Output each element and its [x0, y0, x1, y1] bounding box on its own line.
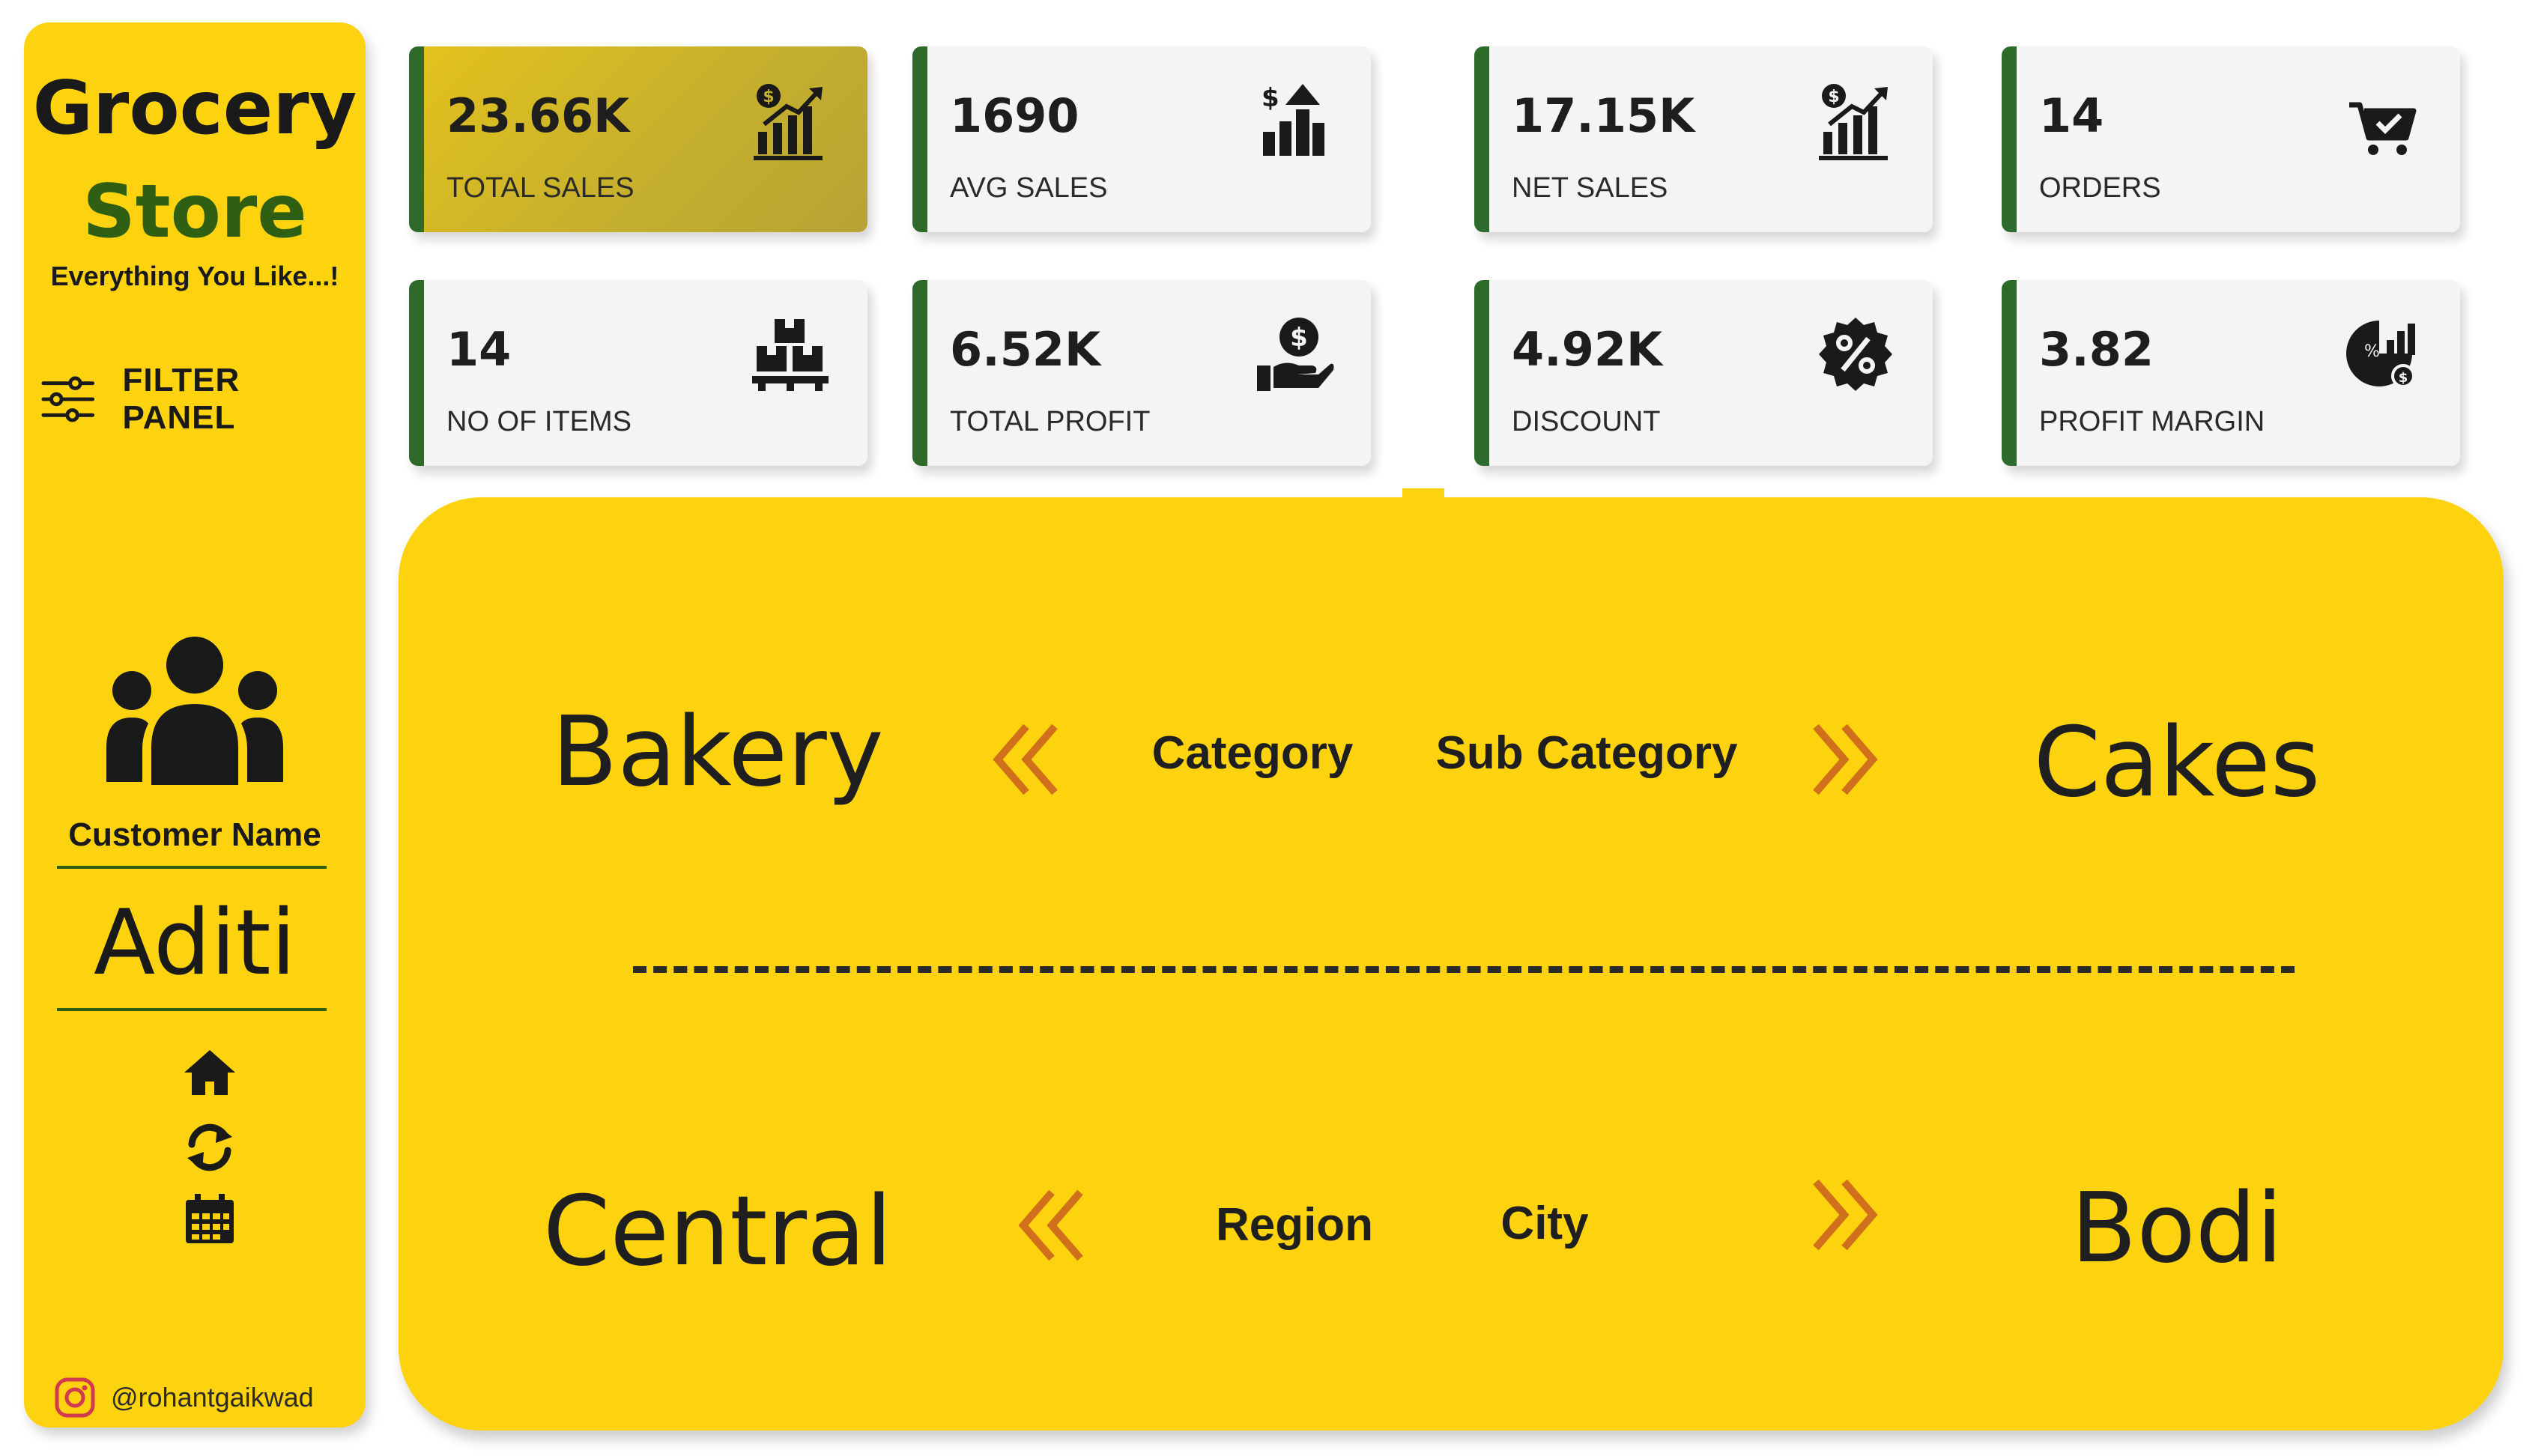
chevron-left-double-icon[interactable]	[992, 721, 1064, 798]
kpi-card-discount[interactable]: 4.92K DISCOUNT	[1474, 280, 1933, 466]
profit-margin-icon: % $	[2346, 321, 2415, 388]
customers-group-icon	[106, 637, 283, 785]
customer-name-value[interactable]: Aditi	[24, 891, 366, 995]
kpi-card-net-sales[interactable]: 17.15K NET SALES $	[1474, 46, 1933, 232]
kpi-value: 6.52K	[950, 322, 1101, 377]
kpi-value: 4.92K	[1512, 322, 1663, 377]
customer-divider-bottom	[57, 1008, 327, 1011]
kpi-label: NET SALES	[1512, 172, 1668, 204]
svg-text:%: %	[2364, 342, 2380, 361]
chevron-right-double-icon[interactable]	[1807, 721, 1879, 798]
customer-divider-top	[57, 866, 327, 869]
city-value: Bodi	[2071, 1173, 2283, 1284]
category-value: Bakery	[551, 697, 884, 808]
brand-title-grocery: Grocery	[32, 66, 357, 151]
kpi-label: NO OF ITEMS	[446, 406, 632, 437]
kpi-card-profit-margin[interactable]: 3.82 PROFIT MARGIN % $	[2002, 280, 2460, 466]
kpi-card-avg-sales[interactable]: 1690 AVG SALES $	[912, 46, 1371, 232]
region-value: Central	[542, 1176, 893, 1287]
region-label[interactable]: Region	[1216, 1198, 1373, 1252]
calendar-icon[interactable]	[183, 1192, 237, 1246]
instagram-handle: @rohantgaikwad	[111, 1382, 314, 1413]
svg-text:$: $	[1290, 323, 1308, 353]
sales-chart-icon: $	[754, 84, 823, 160]
kpi-value: 14	[446, 322, 512, 377]
avg-sales-icon: $	[1262, 83, 1324, 156]
kpi-value: 14	[2039, 88, 2104, 143]
selection-panel	[399, 497, 2504, 1431]
net-sales-icon: $	[1819, 84, 1888, 160]
chevron-left-double-icon[interactable]	[1017, 1186, 1089, 1264]
subcategory-value: Cakes	[2033, 707, 2321, 819]
kpi-label: PROFIT MARGIN	[2039, 406, 2265, 437]
svg-text:$: $	[1262, 83, 1279, 113]
chevron-right-double-icon[interactable]	[1807, 1176, 1879, 1254]
city-label[interactable]: City	[1500, 1197, 1588, 1250]
discount-badge-icon	[1819, 318, 1892, 391]
home-icon[interactable]	[183, 1046, 237, 1099]
svg-text:$: $	[763, 88, 774, 106]
brand-tagline: Everything You Like...!	[50, 261, 339, 291]
filter-panel-label: FILTER PANEL	[122, 362, 240, 436]
sidebar: Grocery Store Everything You Like...! FI…	[24, 22, 366, 1428]
kpi-value: 17.15K	[1512, 88, 1695, 143]
kpi-label: TOTAL PROFIT	[950, 406, 1151, 437]
category-label[interactable]: Category	[1152, 727, 1354, 780]
svg-text:$: $	[1828, 88, 1839, 106]
kpi-label: AVG SALES	[950, 172, 1108, 204]
cart-icon	[2349, 102, 2417, 155]
filter-panel-button[interactable]: FILTER PANEL	[40, 362, 355, 436]
kpi-card-total-profit[interactable]: 6.52K TOTAL PROFIT $	[912, 280, 1371, 466]
instagram-icon	[55, 1377, 95, 1418]
panel-notch	[1402, 488, 1444, 500]
brand-title-store: Store	[82, 169, 307, 255]
panel-dashed-divider	[633, 966, 2295, 973]
instagram-link[interactable]: @rohantgaikwad	[54, 1375, 314, 1420]
subcategory-label[interactable]: Sub Category	[1435, 727, 1737, 780]
sliders-icon	[41, 376, 95, 422]
svg-text:$: $	[2399, 370, 2408, 386]
kpi-value: 23.66K	[446, 88, 630, 143]
kpi-card-total-sales[interactable]: 23.66K TOTAL SALES $	[409, 46, 867, 232]
kpi-value: 1690	[950, 88, 1079, 143]
kpi-card-orders[interactable]: 14 ORDERS	[2002, 46, 2460, 232]
kpi-value: 3.82	[2039, 322, 2154, 377]
customer-name-label: Customer Name	[68, 816, 321, 853]
kpi-label: DISCOUNT	[1512, 406, 1661, 437]
kpi-label: ORDERS	[2039, 172, 2161, 204]
boxes-icon	[752, 319, 829, 391]
kpi-card-no-of-items[interactable]: 14 NO OF ITEMS	[409, 280, 867, 466]
refresh-icon[interactable]	[183, 1120, 237, 1174]
kpi-label: TOTAL SALES	[446, 172, 634, 204]
profit-hand-icon: $	[1257, 318, 1334, 391]
